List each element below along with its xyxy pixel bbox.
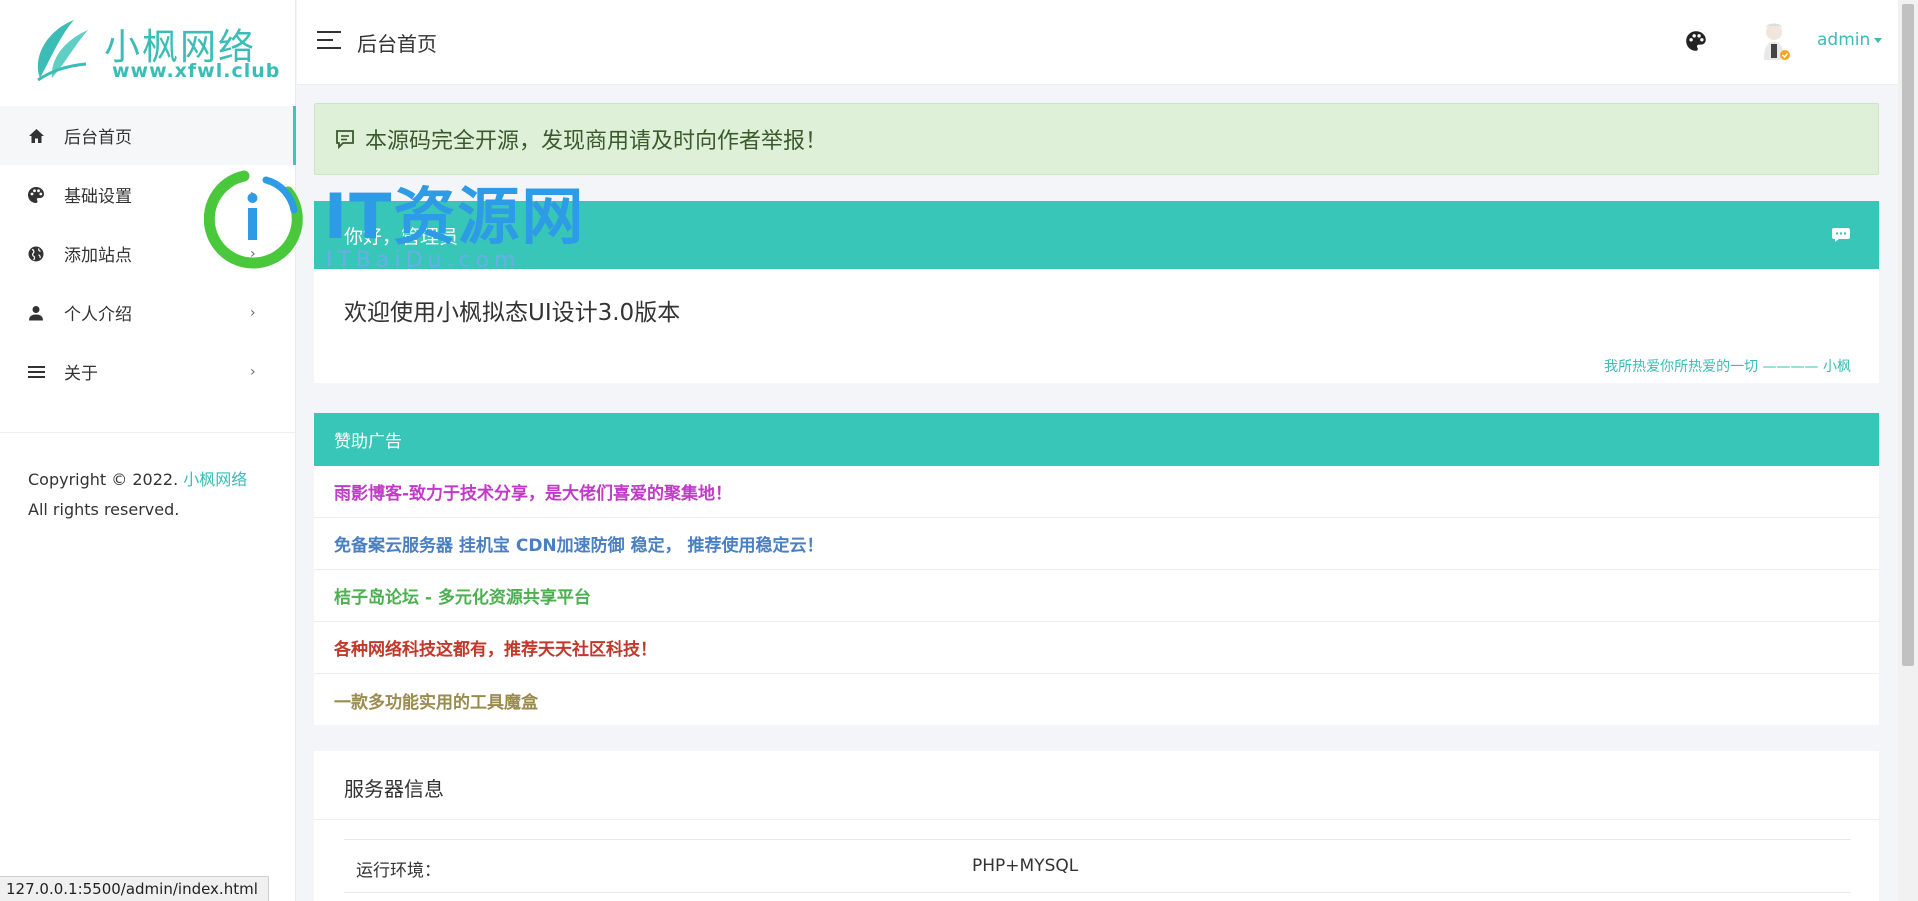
copyright-suffix: All rights reserved. [28, 500, 180, 519]
sidebar-item-basic-settings[interactable]: 基础设置 › [0, 165, 296, 224]
welcome-greeting: 你好，管理员 [344, 225, 459, 248]
sponsor-link[interactable]: 免备案云服务器 挂机宝 CDN加速防御 稳定， 推荐使用稳定云！ [314, 518, 1879, 570]
table-row: 运行环境： PHP+MYSQL [344, 840, 1851, 893]
sidebar-item-label: 添加站点 [64, 246, 132, 266]
caret-down-icon [1874, 37, 1883, 43]
sidebar-item-label: 个人介绍 [64, 305, 132, 325]
page-scrollbar[interactable] [1898, 0, 1918, 901]
palette-icon [26, 185, 46, 205]
user-icon [26, 303, 46, 323]
sponsor-link-text: 桔子岛论坛 - 多元化资源共享平台 [334, 588, 591, 608]
welcome-message: 欢迎使用小枫拟态UI设计3.0版本 [344, 300, 681, 326]
server-env-value: PHP+MYSQL [972, 856, 1079, 876]
chevron-right-icon: › [250, 305, 256, 321]
sidebar-item-about[interactable]: 关于 › [0, 342, 296, 401]
welcome-card: 你好，管理员 欢迎使用小枫拟态UI设计3.0版本 我所热爱你所热爱的一切 ———… [314, 201, 1879, 383]
sponsor-link-text: 一款多功能实用的工具魔盒 [334, 692, 538, 713]
avatar[interactable] [1754, 20, 1794, 60]
sponsor-link-text: 免备案云服务器 挂机宝 CDN加速防御 稳定， 推荐使用稳定云！ [334, 536, 824, 556]
username: admin [1817, 30, 1871, 50]
server-info-card: 服务器信息 运行环境： PHP+MYSQL [314, 751, 1879, 901]
sponsor-link-text: 雨影博客-致力于技术分享，是大佬们喜爱的聚集地！ [334, 484, 733, 504]
brand-url: www.xfwl.club [112, 60, 281, 82]
sidebar-item-label: 基础设置 [64, 187, 132, 207]
sidebar-item-profile[interactable]: 个人介绍 › [0, 283, 296, 342]
chevron-right-icon: › [250, 187, 256, 203]
chevron-right-icon: › [250, 364, 256, 380]
message-icon [335, 129, 355, 149]
user-menu[interactable]: admin [1817, 30, 1883, 50]
server-env-label: 运行环境： [356, 861, 441, 881]
page-title: 后台首页 [357, 32, 437, 56]
sidebar-item-label: 后台首页 [64, 128, 132, 148]
copyright-brand-link[interactable]: 小枫网络 [183, 470, 247, 489]
list-icon [26, 362, 46, 382]
sponsor-ads-card: 赞助广告 雨影博客-致力于技术分享，是大佬们喜爱的聚集地！ 免备案云服务器 挂机… [314, 413, 1879, 725]
site-logo[interactable]: 小枫网络 www.xfwl.club [30, 14, 279, 88]
sidebar-menu: 后台首页 基础设置 › 添加站点 › 个人介绍 › 关于 › [0, 106, 296, 401]
welcome-card-header: 你好，管理员 [314, 201, 1879, 269]
menu-toggle-icon[interactable] [317, 31, 341, 51]
comment-icon [1831, 226, 1851, 248]
browser-status-url: 127.0.0.1:5500/admin/index.html [0, 876, 269, 901]
sponsor-link-text: 各种网络科技这都有，推荐天天社区科技！ [334, 640, 657, 660]
copyright-prefix: Copyright © 2022. [28, 470, 179, 489]
welcome-signature: 我所热爱你所热爱的一切 ———— 小枫 [1604, 359, 1851, 375]
server-info-title: 服务器信息 [344, 777, 444, 801]
sidebar: 小枫网络 www.xfwl.club 后台首页 基础设置 › 添加站点 › 个人… [0, 0, 296, 901]
sidebar-item-add-site[interactable]: 添加站点 › [0, 224, 296, 283]
chevron-right-icon: › [250, 246, 256, 262]
sidebar-item-label: 关于 [64, 364, 98, 384]
top-header: 后台首页 admin [297, 0, 1898, 85]
divider [0, 432, 296, 433]
home-icon [26, 126, 46, 146]
sponsor-ads-header: 赞助广告 [314, 413, 1879, 466]
sidebar-item-home[interactable]: 后台首页 [0, 106, 296, 165]
sponsor-link[interactable]: 一款多功能实用的工具魔盒 [314, 674, 1879, 726]
divider [314, 819, 1879, 820]
scrollbar-thumb[interactable] [1902, 4, 1914, 666]
sponsor-link[interactable]: 桔子岛论坛 - 多元化资源共享平台 [314, 570, 1879, 622]
sponsor-link[interactable]: 各种网络科技这都有，推荐天天社区科技！ [314, 622, 1879, 674]
leaf-logo-icon [37, 20, 88, 82]
globe-icon [26, 244, 46, 264]
copyright: Copyright © 2022. 小枫网络 All rights reserv… [28, 465, 268, 525]
theme-palette-icon[interactable] [1685, 30, 1707, 56]
sponsor-link[interactable]: 雨影博客-致力于技术分享，是大佬们喜爱的聚集地！ [314, 466, 1879, 518]
notice-alert: 本源码完全开源，发现商用请及时向作者举报！ [314, 103, 1879, 175]
notice-text: 本源码完全开源，发现商用请及时向作者举报！ [365, 129, 828, 154]
